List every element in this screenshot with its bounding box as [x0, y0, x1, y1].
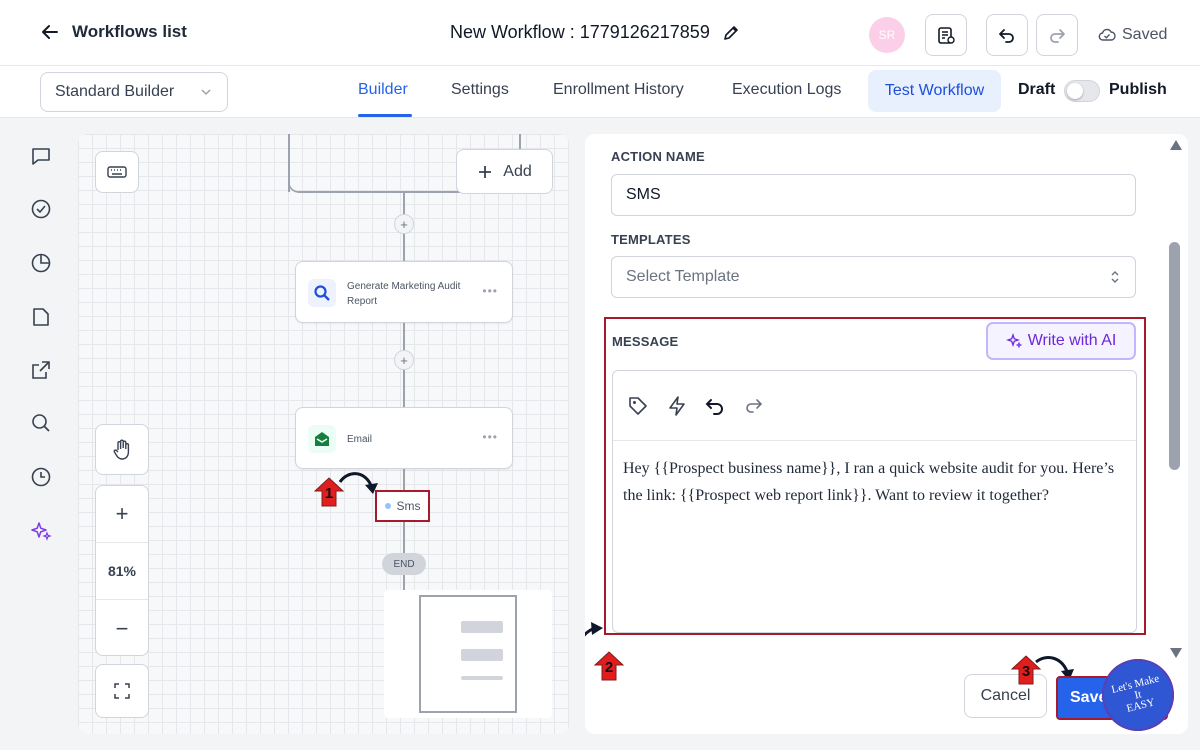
- message-label: MESSAGE: [612, 334, 679, 349]
- scrollbar-thumb[interactable]: [1169, 242, 1180, 470]
- redo-button[interactable]: [1036, 14, 1078, 56]
- redo-icon: [1050, 29, 1065, 43]
- scroll-up-icon[interactable]: [1170, 140, 1182, 150]
- tab-enrollment-history[interactable]: Enrollment History: [553, 81, 684, 99]
- sparkles-icon[interactable]: [30, 520, 52, 542]
- connector-line: [403, 575, 405, 590]
- template-placeholder: Select Template: [626, 268, 740, 285]
- builder-type-select[interactable]: Standard Builder: [40, 72, 228, 112]
- step-2-marker: 2: [593, 651, 625, 681]
- arrow-left-icon: [42, 25, 58, 39]
- add-node-button[interactable]: Add: [456, 149, 553, 194]
- hand-icon: [113, 439, 130, 460]
- undo-icon: [999, 29, 1014, 43]
- add-label: Add: [503, 162, 532, 180]
- undo-button[interactable]: [986, 14, 1028, 56]
- tab-builder[interactable]: Builder: [358, 81, 408, 99]
- workflow-title-text: New Workflow : 1779126217859: [450, 22, 710, 42]
- avatar[interactable]: SR: [869, 17, 905, 53]
- status-dot: [384, 503, 391, 509]
- minimap-node: [461, 676, 503, 680]
- lightning-icon[interactable]: [667, 395, 687, 417]
- back-to-workflows-link[interactable]: Workflows list: [40, 22, 187, 42]
- message-editor[interactable]: Hey {{Prospect business name}}, I ran a …: [612, 370, 1137, 633]
- node-label: Generate Marketing Audit Report: [347, 281, 461, 307]
- watermark-text: Let's Make It EASY: [1110, 672, 1161, 715]
- workflow-node-audit[interactable]: Generate Marketing Audit Report •••: [295, 261, 513, 323]
- fit-view-button[interactable]: [95, 664, 149, 718]
- workflow-report-button[interactable]: [925, 14, 967, 56]
- insert-step-button[interactable]: +: [394, 350, 414, 370]
- plus-icon: [479, 165, 492, 178]
- workflow-canvas[interactable]: Add + + Generate Marketing Audit Report …: [78, 134, 569, 734]
- chat-icon[interactable]: [30, 145, 52, 167]
- workflow-node-email[interactable]: Email •••: [295, 407, 513, 469]
- expand-icon: [114, 683, 130, 699]
- sms-node-label: Sms: [396, 499, 421, 513]
- search-icon: [308, 279, 336, 307]
- search-icon[interactable]: [30, 412, 52, 434]
- mail-open-icon: [308, 425, 336, 453]
- undo-icon[interactable]: [705, 397, 725, 415]
- workflow-title: New Workflow : 1779126217859: [450, 22, 740, 43]
- draft-label: Draft: [1018, 81, 1056, 98]
- tab-settings[interactable]: Settings: [451, 81, 509, 99]
- zoom-out-button[interactable]: −: [96, 600, 148, 657]
- test-workflow-button[interactable]: Test Workflow: [868, 70, 1001, 112]
- keyboard-shortcuts-button[interactable]: [95, 151, 139, 193]
- top-bar: Workflows list New Workflow : 1779126217…: [0, 0, 1200, 66]
- back-label: Workflows list: [72, 22, 187, 41]
- curved-arrow-icon: [338, 472, 378, 494]
- templates-label: TEMPLATES: [611, 232, 691, 247]
- builder-type-value: Standard Builder: [55, 83, 175, 100]
- tag-icon[interactable]: [627, 395, 649, 417]
- action-config-panel: ACTION NAME SMS TEMPLATES Select Templat…: [585, 134, 1188, 734]
- write-with-ai-label: Write with AI: [1027, 332, 1117, 349]
- check-circle-icon[interactable]: [30, 198, 52, 220]
- action-name-input[interactable]: SMS: [611, 174, 1136, 216]
- saved-label: Saved: [1122, 26, 1168, 43]
- saved-status: Saved: [1098, 26, 1167, 44]
- minimap-node: [461, 649, 503, 661]
- tab-execution-logs[interactable]: Execution Logs: [732, 81, 841, 99]
- minimap[interactable]: [384, 590, 552, 718]
- action-name-label: ACTION NAME: [611, 149, 705, 164]
- minimap-node: [461, 621, 503, 633]
- active-tab-indicator: [358, 114, 412, 117]
- more-options-icon[interactable]: •••: [482, 284, 498, 298]
- scroll-down-icon[interactable]: [1170, 648, 1182, 658]
- history-icon[interactable]: [30, 466, 52, 488]
- step-2-number: 2: [604, 659, 614, 676]
- node-label: Email: [347, 434, 373, 445]
- tabs-row: Standard Builder Builder Settings Enroll…: [0, 66, 1200, 118]
- publish-toggle[interactable]: [1064, 80, 1100, 102]
- pie-chart-icon[interactable]: [30, 252, 52, 274]
- insert-step-button[interactable]: +: [394, 214, 414, 234]
- chevron-up-down-icon: [1111, 271, 1119, 283]
- keyboard-icon: [107, 166, 127, 178]
- sms-node[interactable]: Sms: [375, 490, 430, 522]
- editor-toolbar: [613, 371, 1136, 441]
- zoom-level: 81%: [96, 543, 148, 600]
- pan-tool-button[interactable]: [95, 424, 149, 475]
- zoom-controls: + 81% −: [95, 485, 149, 656]
- message-text[interactable]: Hey {{Prospect business name}}, I ran a …: [613, 441, 1136, 523]
- write-with-ai-button[interactable]: Write with AI: [986, 322, 1136, 360]
- pencil-icon[interactable]: [722, 24, 740, 42]
- chevron-down-icon: [201, 89, 211, 96]
- zoom-in-button[interactable]: +: [96, 486, 148, 543]
- connector-curve: [288, 181, 300, 193]
- external-link-icon[interactable]: [30, 359, 52, 381]
- publish-label: Publish: [1109, 81, 1167, 98]
- clipboard-settings-icon: [938, 27, 955, 44]
- end-marker: END: [382, 553, 426, 575]
- template-select[interactable]: Select Template: [611, 256, 1136, 298]
- document-icon[interactable]: [30, 306, 52, 328]
- redo-icon[interactable]: [743, 397, 763, 415]
- sparkles-icon: [1005, 333, 1022, 349]
- cloud-check-icon: [1098, 28, 1116, 41]
- more-options-icon[interactable]: •••: [482, 430, 498, 444]
